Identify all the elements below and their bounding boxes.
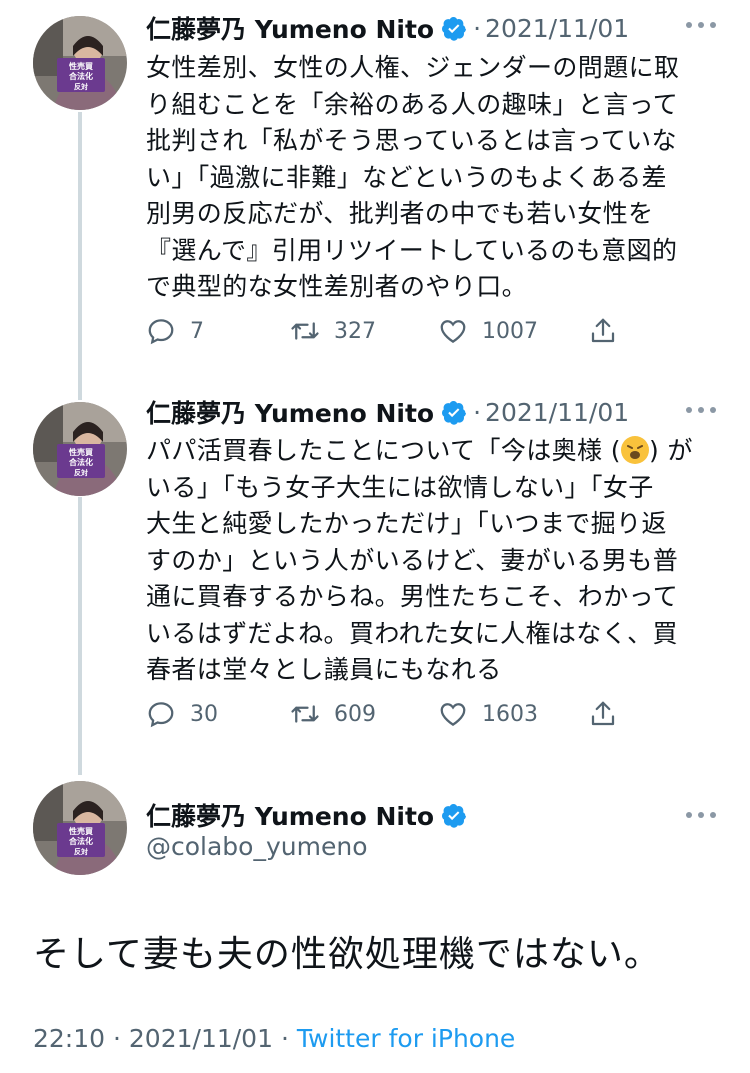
more-dots-icon[interactable] — [686, 20, 716, 30]
retweet-button[interactable]: 327 — [290, 316, 438, 346]
tweet-header: 仁藤夢乃 Yumeno Nito · 2021/11/01 — [146, 394, 629, 430]
share-button[interactable] — [588, 699, 618, 729]
avatar-sign-text-1: 性売買 — [69, 61, 93, 71]
retweet-count: 609 — [334, 701, 376, 727]
share-button[interactable] — [588, 316, 618, 346]
thread-line-1 — [78, 112, 82, 400]
avatar-sign-text-1: 性売買 — [69, 447, 93, 457]
main-tweet-text: そして妻も夫の性欲処理機ではない。 — [33, 934, 661, 975]
avatar-sign-text-2: 合法化 — [68, 457, 93, 467]
author-name[interactable]: 仁藤夢乃 Yumeno Nito — [146, 394, 434, 430]
retweet-count: 327 — [334, 318, 376, 344]
author-handle[interactable]: @colabo_yumeno — [146, 832, 367, 861]
like-button[interactable]: 1007 — [438, 316, 588, 346]
tweet-time: 22:10 — [33, 1024, 106, 1053]
share-icon — [591, 701, 615, 726]
separator-dot: · — [473, 13, 482, 43]
tweet-actions: 7 327 1007 — [146, 311, 618, 351]
tweet-date[interactable]: 2021/11/01 — [485, 14, 629, 43]
tweet-date[interactable]: 2021/11/01 — [485, 398, 629, 427]
verified-badge-icon — [442, 803, 467, 828]
main-tweet-header: 仁藤夢乃 Yumeno Nito — [146, 797, 473, 833]
avatar-sign-text-3: 反対 — [74, 82, 88, 91]
like-count: 1603 — [482, 701, 538, 727]
avatar-sign-text-3: 反対 — [74, 468, 88, 477]
more-dots-icon[interactable] — [686, 405, 716, 415]
reply-icon — [148, 702, 174, 728]
reply-count: 7 — [190, 318, 204, 344]
verified-badge-icon — [442, 16, 467, 41]
like-count: 1007 — [482, 318, 538, 344]
retweet-button[interactable]: 609 — [290, 699, 438, 729]
reply-button[interactable]: 7 — [146, 316, 290, 346]
avatar-sign-text-3: 反対 — [74, 847, 88, 856]
weary-face-emoji — [620, 436, 649, 464]
tweet-meta: 22:10 · 2021/11/01 · Twitter for iPhone — [33, 1024, 515, 1053]
author-name[interactable]: 仁藤夢乃 Yumeno Nito — [146, 10, 434, 46]
heart-icon — [440, 320, 466, 343]
reply-button[interactable]: 30 — [146, 699, 290, 729]
author-name[interactable]: 仁藤夢乃 Yumeno Nito — [146, 797, 434, 833]
heart-icon — [440, 703, 466, 726]
share-icon — [591, 318, 615, 343]
avatar-sign-text-2: 合法化 — [68, 836, 93, 846]
avatar[interactable]: 性売買 合法化 反対 — [33, 402, 127, 496]
tweet-source-link[interactable]: Twitter for iPhone — [297, 1024, 515, 1053]
tweet-actions: 30 609 1603 — [146, 694, 618, 734]
more-dots-icon[interactable] — [686, 810, 716, 820]
thread-line-2 — [78, 497, 82, 775]
avatar-sign-text-2: 合法化 — [68, 71, 93, 81]
like-button[interactable]: 1603 — [438, 699, 588, 729]
separator-dot: · — [280, 1024, 289, 1053]
verified-badge-icon — [442, 400, 467, 425]
tweet-text: パパ活買春したことについて「今は奥様 () がいる」「もう女子大生には欲情しない… — [146, 436, 693, 684]
retweet-icon — [291, 705, 319, 723]
tweet-header: 仁藤夢乃 Yumeno Nito · 2021/11/01 — [146, 10, 629, 46]
separator-dot: · — [113, 1024, 121, 1053]
separator-dot: · — [473, 397, 482, 427]
retweet-icon — [291, 322, 319, 340]
avatar-sign-text-1: 性売買 — [69, 826, 93, 836]
reply-count: 30 — [190, 701, 218, 727]
tweet-text: 女性差別、女性の人権、ジェンダーの問題に取 り組むことを「余裕のある人の趣味」と言… — [146, 53, 680, 301]
reply-icon — [148, 319, 174, 345]
tweet-date: 2021/11/01 — [128, 1024, 273, 1053]
avatar[interactable]: 性売買 合法化 反対 — [33, 781, 127, 875]
avatar[interactable]: 性売買 合法化 反対 — [33, 16, 127, 110]
